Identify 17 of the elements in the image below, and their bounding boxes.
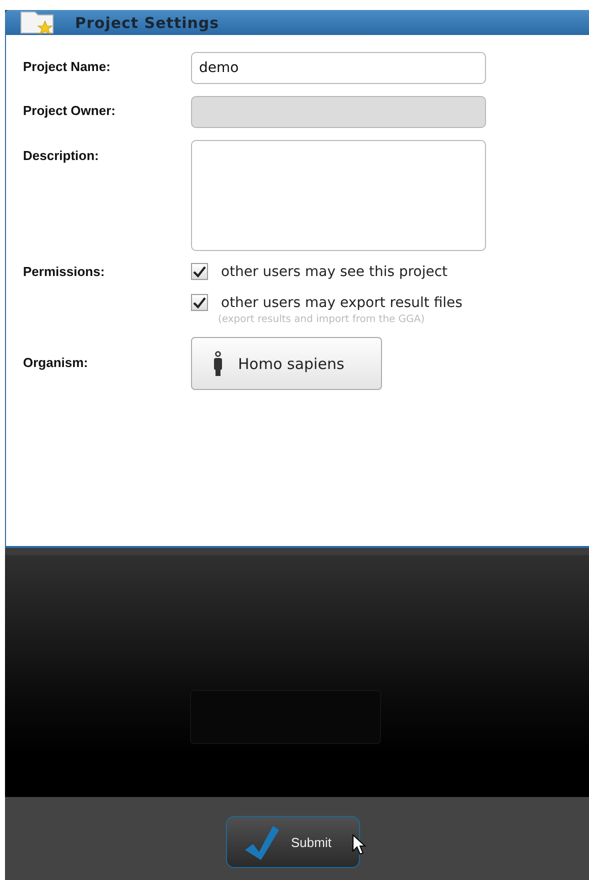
checkbox-label: other users may export result files <box>221 294 462 310</box>
field-label: Organism: <box>23 354 90 372</box>
description-field[interactable] <box>191 140 486 251</box>
checkbox-label: other users may see this project <box>221 264 448 280</box>
input-field[interactable]: demo <box>191 52 486 84</box>
field-label: Permissions: <box>23 263 106 281</box>
cursor-icon <box>352 834 366 856</box>
field-label: Description: <box>23 147 100 165</box>
window-title: Project Settings <box>75 14 220 32</box>
hint-text: (export results and import from the GGA) <box>218 314 426 325</box>
organism-button[interactable]: Homo sapiens <box>191 337 382 390</box>
field-label: Project Name: <box>23 58 112 76</box>
checkbox[interactable] <box>191 294 208 311</box>
field-label: Project Owner: <box>23 102 116 120</box>
checkbox[interactable] <box>191 263 208 280</box>
person-icon <box>212 350 224 376</box>
submit-button[interactable]: Submit <box>226 816 360 868</box>
